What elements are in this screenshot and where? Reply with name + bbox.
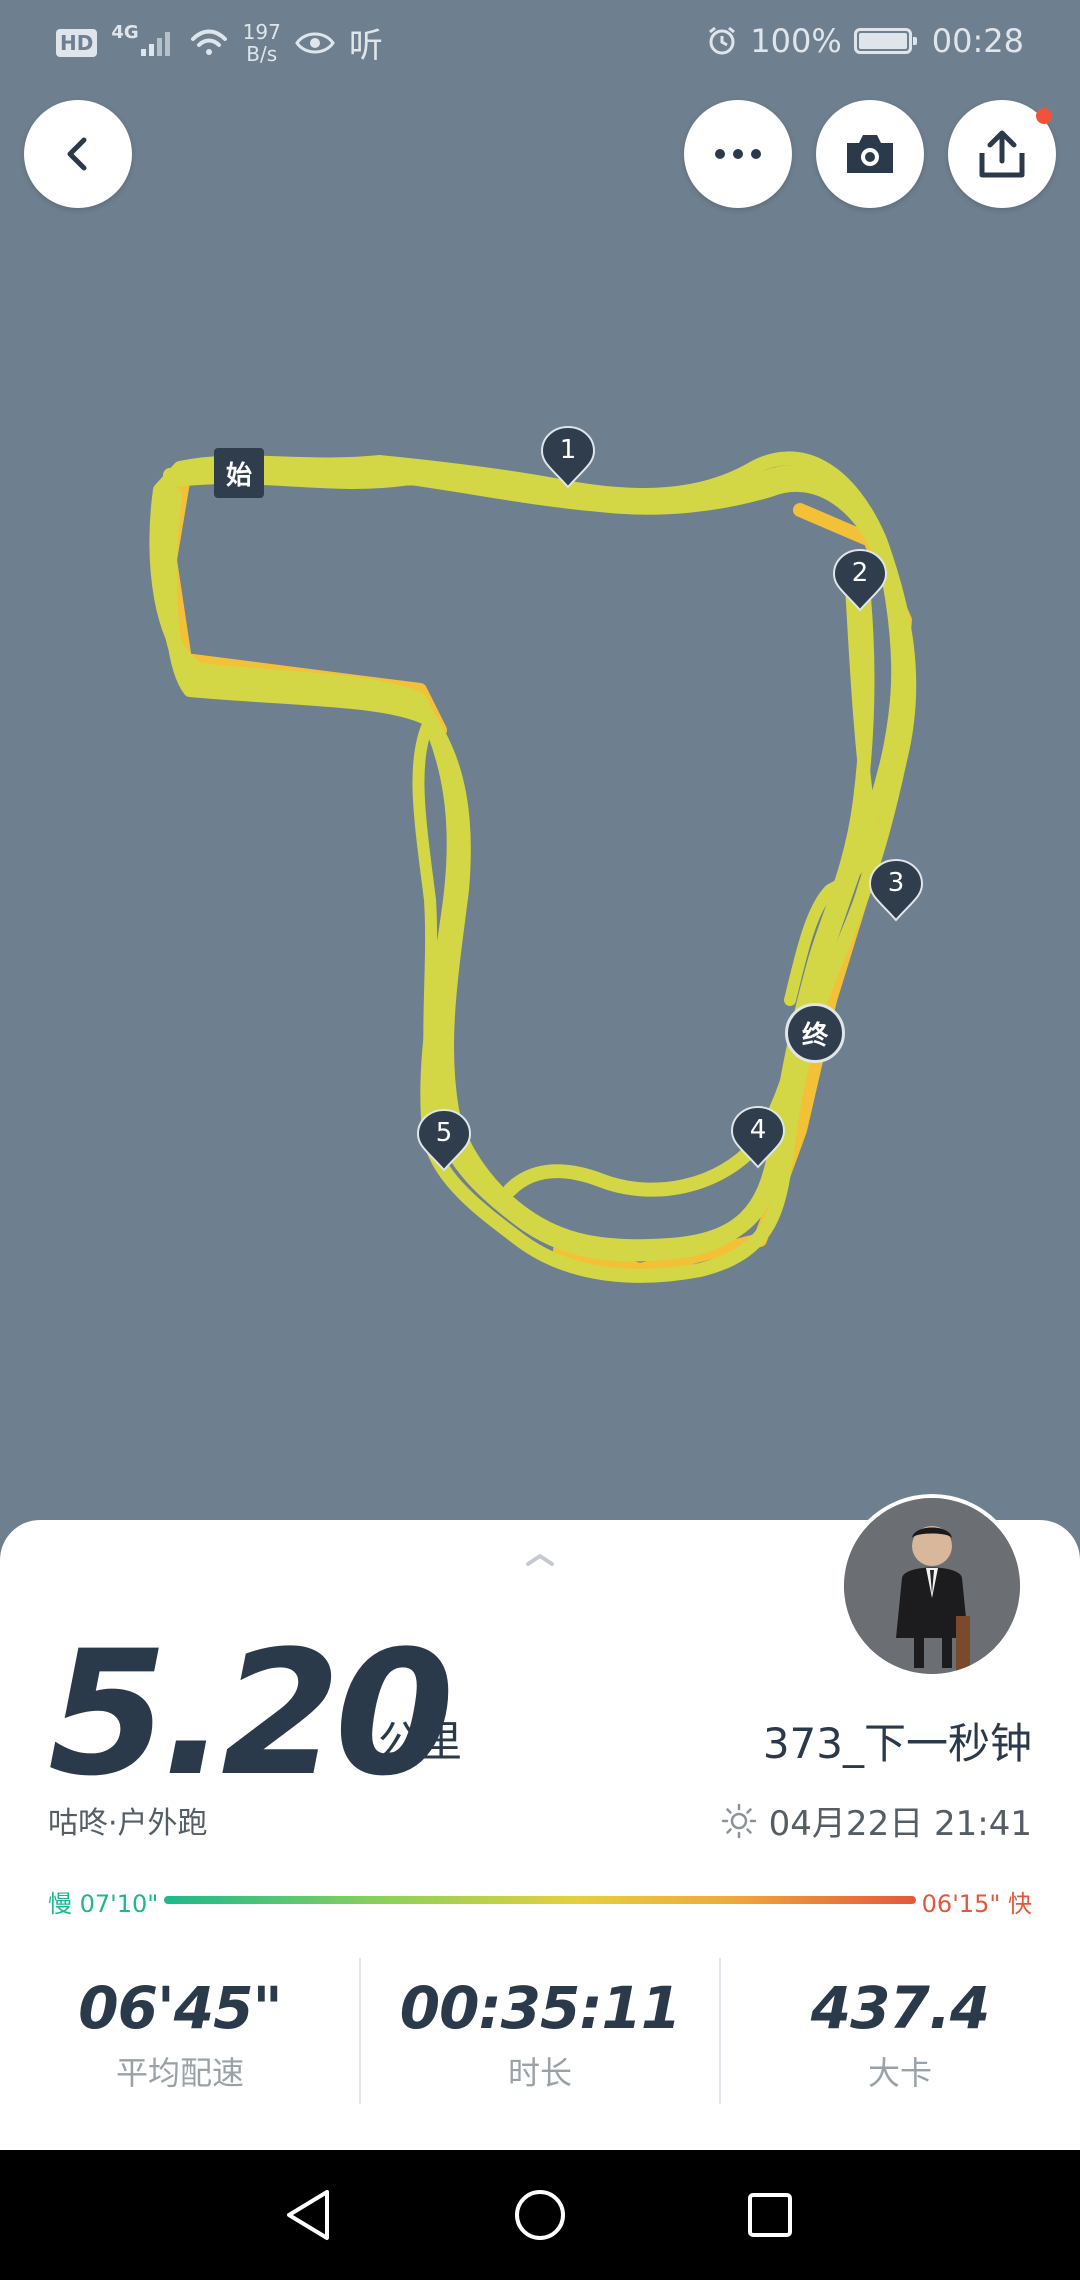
stat-avg-pace: 06'45" 平均配速 [0,1958,360,2108]
km-marker-label: 4 [749,1115,767,1145]
speed-value: 197 [242,19,281,44]
summary-card: 5.20 公里 373_下一秒钟 咕咚·户外跑 04月22日 21:41 慢 0… [0,1494,1080,2150]
notification-dot [1036,108,1052,124]
battery-icon [853,28,917,54]
km-marker-2: 2 [832,548,888,612]
pace-slow-label: 慢 07'10" [48,1890,159,1918]
pace-range: 慢 07'10" 06'15" 快 [48,1882,1032,1918]
stat-value: 437.4 [810,1974,990,2042]
wifi-icon [190,29,227,55]
km-marker-label: 3 [887,868,905,898]
sun-icon [721,1803,756,1838]
stat-duration: 00:35:11 时长 [360,1958,720,2108]
nav-recents-button[interactable] [740,2185,800,2245]
stats-row: 06'45" 平均配速 00:35:11 时长 437.4 大卡 [0,1958,1080,2108]
run-detail-screen: 始 1 2 3 4 5 终 HD 4G 197 B/s 听 100% 00:28… [0,0,1080,2280]
activity-datetime: 04月22日 21:41 [721,1796,1032,1845]
stat-value: 00:35:11 [399,1974,682,2042]
nav-back-button[interactable] [278,2185,338,2245]
stat-label: 平均配速 [115,2054,244,2092]
km-marker-3: 3 [868,858,924,922]
end-marker: 终 [785,1003,845,1063]
avatar[interactable] [840,1494,1024,1678]
stat-calories: 437.4 大卡 [720,1958,1080,2108]
battery-percent: 100% [750,22,842,60]
km-marker-label: 2 [851,558,869,588]
stat-label: 时长 [507,2054,572,2092]
clock: 00:28 [931,22,1024,60]
signal-icon [140,31,170,56]
route-track [149,451,917,1283]
stat-label: 大卡 [867,2054,932,2092]
battery-fill [858,33,907,49]
end-label: 终 [801,1020,828,1051]
pace-gradient-bar [164,1896,916,1904]
alarm-icon [709,26,736,55]
km-marker-label: 5 [435,1118,453,1148]
activity-date: 04月22日 21:41 [768,1804,1032,1844]
distance-unit: 公里 [378,1717,463,1766]
triangle-back-icon [287,2190,329,2240]
square-recents-icon [748,2193,792,2237]
username[interactable]: 373_下一秒钟 [763,1710,1032,1771]
chevron-left-icon [67,137,87,171]
activity-type: 咕咚·户外跑 [48,1806,208,1841]
camera-button[interactable] [816,100,924,208]
share-icon [979,130,1025,178]
stat-value: 06'45" [78,1974,282,2042]
network-speed: 197 B/s [243,21,281,65]
avatar-image [844,1498,1020,1674]
start-label: 始 [225,460,252,491]
km-marker-label: 1 [559,435,577,465]
camera-icon [847,135,893,173]
route-map[interactable]: 始 1 2 3 4 5 终 [0,0,1080,1560]
speed-unit: B/s [246,41,278,66]
more-horizontal-icon [715,149,761,159]
back-button[interactable] [24,100,132,208]
system-nav-bar [0,2150,1080,2280]
hd-badge: HD [56,28,98,57]
more-button[interactable] [684,100,792,208]
pace-fast-label: 06'15" 快 [921,1890,1032,1918]
network-type: 4G [111,22,139,43]
chevron-up-icon[interactable] [522,1550,558,1570]
eye-icon [295,32,335,53]
km-marker-1: 1 [540,425,596,489]
km-marker-4: 4 [730,1105,786,1169]
nav-home-button[interactable] [510,2185,570,2245]
km-marker-5: 5 [416,1108,472,1172]
circle-home-icon [515,2190,565,2240]
listen-indicator: 听 [348,26,383,66]
status-bar: HD 4G 197 B/s 听 100% 00:28 [0,0,1080,92]
user-photo [844,1498,1020,1674]
share-button[interactable] [948,100,1056,208]
start-marker: 始 [214,448,264,498]
